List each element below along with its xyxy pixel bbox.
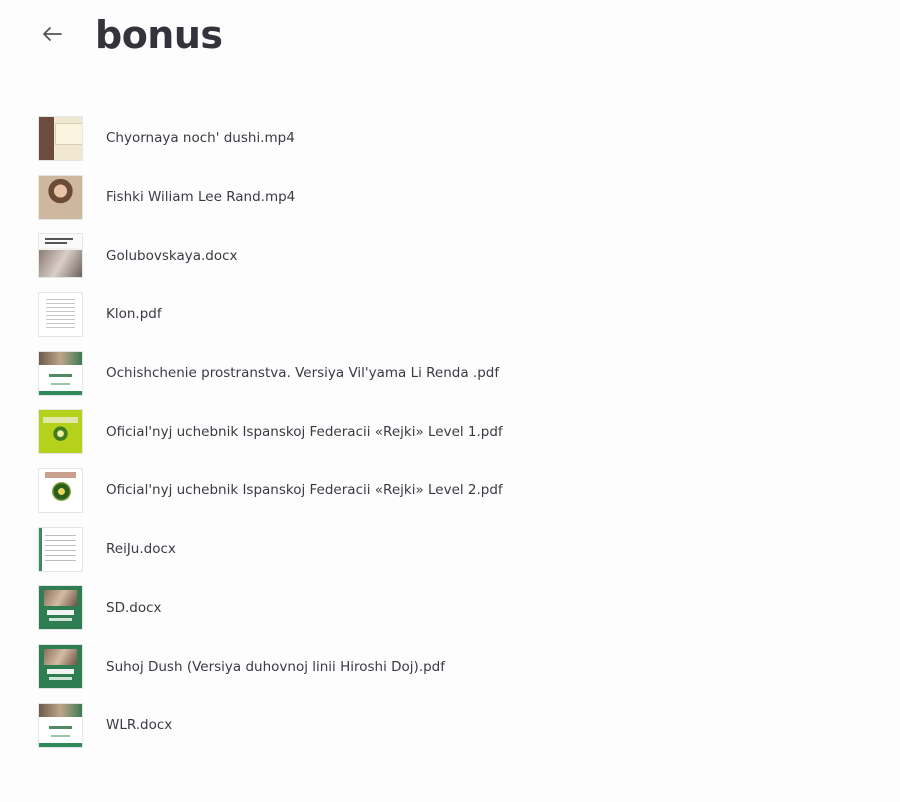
file-item[interactable]: Suhoj Dush (Versiya duhovnoj linii Hiros…	[38, 637, 638, 696]
document-thumbnail	[38, 702, 83, 748]
arrow-left-icon	[43, 27, 62, 41]
file-item[interactable]: SD.docx	[38, 579, 638, 638]
file-name: Oficial'nyj uchebnik Ispanskoj Federacii…	[106, 482, 503, 499]
file-name: WLR.docx	[106, 717, 173, 734]
file-name: Ochishchenie prostranstva. Versiya Vil'y…	[106, 365, 500, 382]
file-item[interactable]: Chyornaya noch' dushi.mp4	[38, 109, 638, 168]
document-thumbnail	[38, 585, 83, 631]
pdf-thumbnail	[38, 291, 83, 337]
file-item[interactable]: Ochishchenie prostranstva. Versiya Vil'y…	[38, 344, 638, 403]
pdf-thumbnail	[38, 644, 83, 690]
file-item[interactable]: Fishki Wiliam Lee Rand.mp4	[38, 168, 638, 227]
page-title: bonus	[95, 13, 223, 57]
video-thumbnail	[38, 115, 83, 161]
pdf-thumbnail	[38, 467, 83, 513]
file-name: Klon.pdf	[106, 306, 162, 323]
file-name: Fishki Wiliam Lee Rand.mp4	[106, 189, 296, 206]
folder-page: bonus Chyornaya noch' dushi.mp4 Fishki W…	[0, 0, 900, 802]
document-thumbnail	[38, 526, 83, 572]
file-name: SD.docx	[106, 599, 162, 616]
video-thumbnail	[38, 174, 83, 220]
file-item[interactable]: Golubovskaya.docx	[38, 226, 638, 285]
file-name: Chyornaya noch' dushi.mp4	[106, 130, 295, 147]
document-thumbnail	[38, 233, 83, 279]
file-name: Suhoj Dush (Versiya duhovnoj linii Hiros…	[106, 658, 446, 675]
file-item[interactable]: WLR.docx	[38, 696, 638, 755]
pdf-thumbnail	[38, 409, 83, 455]
back-button[interactable]	[38, 20, 66, 48]
pdf-thumbnail	[38, 350, 83, 396]
file-item[interactable]: Klon.pdf	[38, 285, 638, 344]
file-item[interactable]: Oficial'nyj uchebnik Ispanskoj Federacii…	[38, 402, 638, 461]
file-item[interactable]: Oficial'nyj uchebnik Ispanskoj Federacii…	[38, 461, 638, 520]
file-name: Oficial'nyj uchebnik Ispanskoj Federacii…	[106, 423, 503, 440]
file-name: Golubovskaya.docx	[106, 247, 238, 264]
file-item[interactable]: ReiJu.docx	[38, 520, 638, 579]
file-list: Chyornaya noch' dushi.mp4 Fishki Wiliam …	[38, 109, 638, 755]
file-name: ReiJu.docx	[106, 541, 176, 558]
